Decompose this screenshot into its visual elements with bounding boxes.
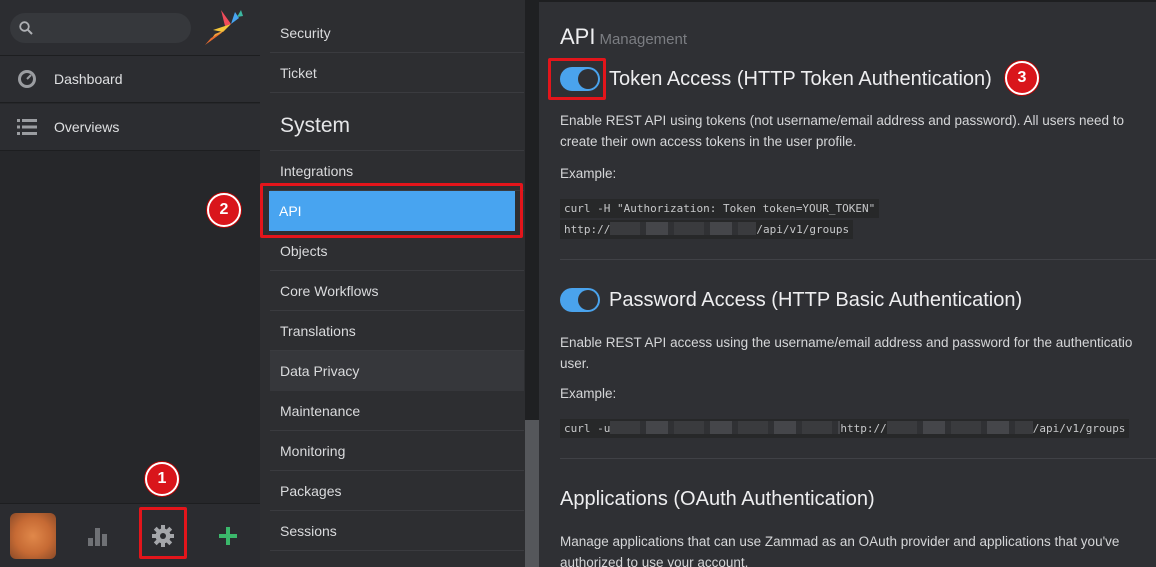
code-text: /api/v1/groups (756, 223, 850, 236)
description-line: Manage applications that can use Zammad … (560, 534, 1120, 549)
overviews-icon (0, 119, 54, 135)
description-line: create their own access tokens in the us… (560, 134, 857, 149)
nav-item-label: Dashboard (54, 71, 123, 87)
description-line: Enable REST API access using the usernam… (560, 335, 1133, 350)
description-line: user. (560, 356, 590, 371)
nav-header (0, 0, 260, 56)
redacted-host (886, 421, 1033, 434)
settings-sidebar: Security Ticket System Integrations API … (260, 0, 525, 567)
code-snippet: curl -u http:// /api/v1/groups (560, 419, 1130, 438)
settings-item-monitoring[interactable]: Monitoring (270, 431, 524, 471)
code-text: curl -u (564, 422, 611, 435)
scrollbar-thumb[interactable] (525, 420, 539, 567)
dashboard-icon (0, 69, 54, 89)
nav-item-label: Overviews (54, 119, 120, 135)
highlight-api-item (260, 183, 523, 238)
oauth-description: Manage applications that can use Zammad … (560, 531, 1156, 567)
settings-item-translations[interactable]: Translations (270, 311, 524, 351)
reporting-icon (87, 528, 107, 546)
page-subtitle: Management (599, 31, 688, 48)
zammad-logo[interactable] (201, 8, 245, 51)
password-access-description: Enable REST API access using the usernam… (560, 332, 1156, 374)
redacted-credentials (610, 421, 841, 434)
main-content: API Management Token Access (HTTP Token A… (539, 0, 1156, 567)
page-title: API Management (560, 24, 687, 50)
password-access-title: Password Access (HTTP Basic Authenticati… (609, 289, 1023, 311)
settings-item-security[interactable]: Security (270, 13, 524, 53)
settings-item-packages[interactable]: Packages (270, 471, 524, 511)
code-snippet: http:// /api/v1/groups (560, 220, 854, 239)
description-line: Enable REST API using tokens (not userna… (560, 113, 1125, 128)
settings-item-maintenance[interactable]: Maintenance (270, 391, 524, 431)
search-input[interactable] (10, 13, 191, 43)
divider (560, 458, 1156, 459)
highlight-settings-button (139, 507, 187, 559)
password-access-toggle[interactable] (560, 288, 600, 312)
highlight-token-toggle (548, 58, 606, 100)
reporting-button[interactable] (65, 504, 130, 567)
primary-navigation: Dashboard Overviews (0, 0, 260, 567)
user-avatar-button[interactable] (0, 504, 65, 567)
avatar (9, 513, 56, 559)
nav-footer (0, 503, 260, 567)
settings-section-heading: System (280, 114, 351, 137)
settings-scrollbar[interactable] (525, 0, 539, 567)
settings-item-ticket[interactable]: Ticket (270, 53, 524, 93)
new-ticket-button[interactable] (195, 504, 260, 567)
step-badge-1: 1 (145, 462, 179, 496)
plus-icon (218, 527, 237, 545)
code-text: /api/v1/groups (1032, 422, 1126, 435)
redacted-host (610, 222, 757, 235)
page-title-text: API (560, 24, 596, 49)
step-badge-2: 2 (207, 193, 241, 227)
nav-item-overviews[interactable]: Overviews (0, 104, 260, 151)
search-icon (19, 21, 33, 35)
token-access-description: Enable REST API using tokens (not userna… (560, 110, 1156, 152)
settings-item-core-workflows[interactable]: Core Workflows (270, 271, 524, 311)
toggle-knob (578, 290, 598, 310)
description-line: authorized to use your account. (560, 555, 749, 567)
code-text: http:// (840, 422, 887, 435)
code-snippet: curl -H "Authorization: Token token=YOUR… (560, 199, 880, 218)
divider (560, 259, 1156, 260)
nav-item-dashboard[interactable]: Dashboard (0, 56, 260, 103)
settings-item-data-privacy[interactable]: Data Privacy (270, 351, 524, 391)
token-access-title: Token Access (HTTP Token Authentication) (609, 68, 992, 90)
example-label: Example: (560, 166, 617, 181)
oauth-title: Applications (OAuth Authentication) (560, 488, 875, 510)
example-label: Example: (560, 386, 617, 401)
step-badge-3: 3 (1005, 61, 1039, 95)
code-text: http:// (564, 223, 611, 236)
settings-item-sessions[interactable]: Sessions (270, 511, 524, 551)
